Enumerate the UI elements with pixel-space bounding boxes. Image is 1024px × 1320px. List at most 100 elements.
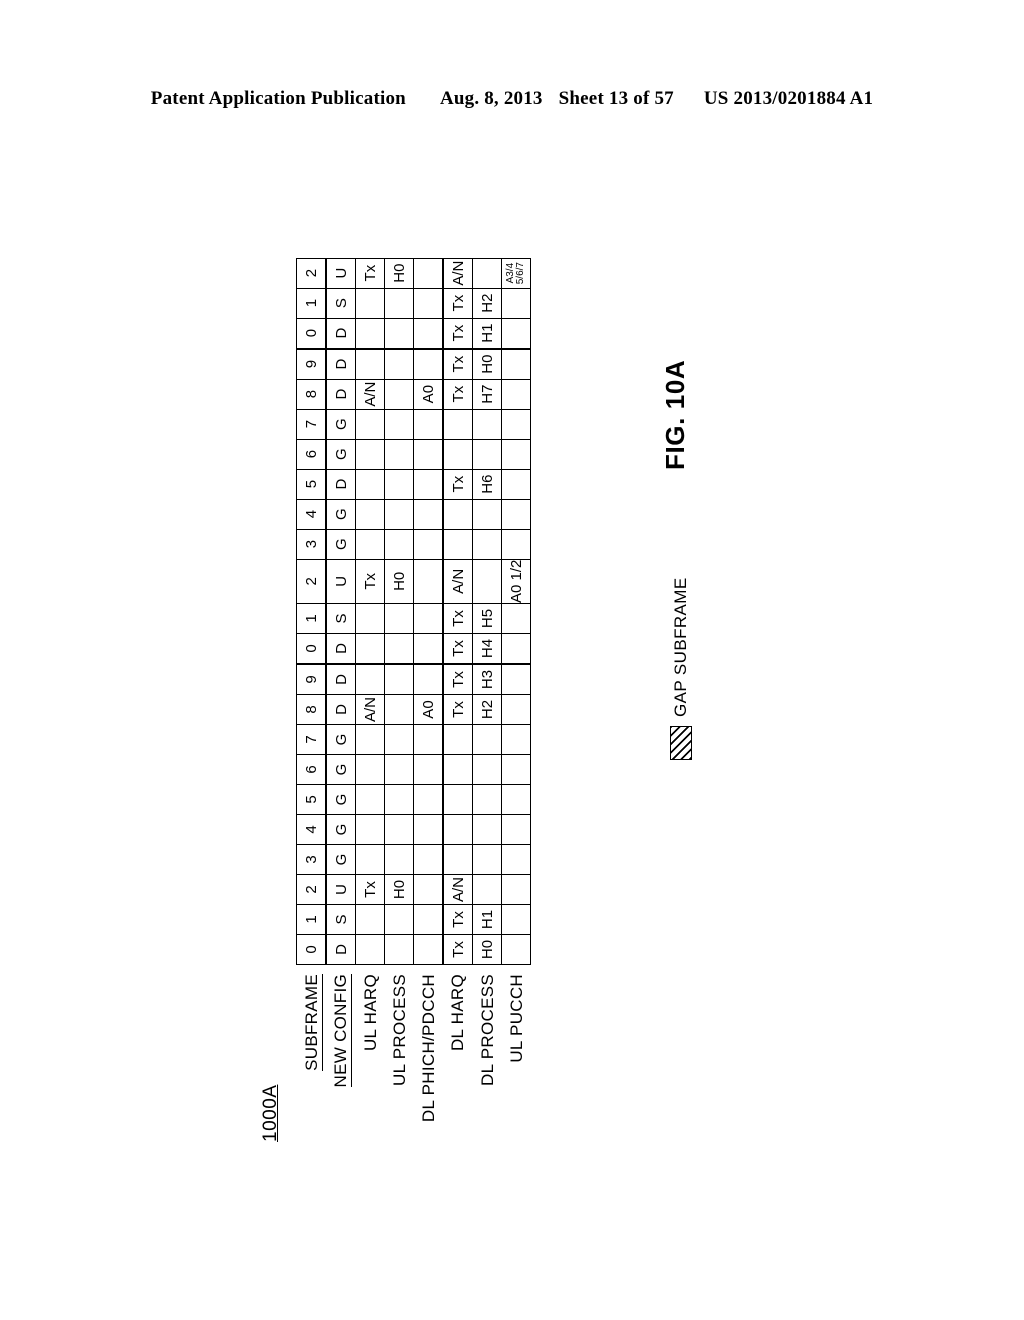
row-ul-pucch-cell xyxy=(501,348,531,380)
row-dl-phich-pdcch-cell xyxy=(413,814,443,845)
row-ul-harq-cell xyxy=(355,814,385,845)
row-dl-harq-cell: Tx xyxy=(443,934,473,965)
row-subframe-value: 2 xyxy=(302,268,320,278)
row-subframe-cell: 4 xyxy=(296,499,326,530)
row-ul-process-cell xyxy=(384,318,414,349)
row-dl-phich-pdcch-cell xyxy=(413,724,443,755)
row-new-config-cell: D xyxy=(326,664,356,695)
row-new-config-value: D xyxy=(332,674,350,685)
row-ul-harq-value: Tx xyxy=(361,572,379,590)
row-subframe: SUBFRAME 0 1 2 3 4 5 6 7 8 9 0 1 2 3 4 5 6 7 8 9 0 1 2 xyxy=(296,258,326,1142)
row-new-config-value: D xyxy=(332,327,350,339)
row-dl-harq-value: Tx xyxy=(449,475,467,493)
row-subframe-cell: 8 xyxy=(296,694,326,725)
row-subframe-value: 5 xyxy=(302,479,320,489)
row-dl-phich-pdcch-cell xyxy=(413,348,443,380)
row-dl-process-cell xyxy=(472,874,502,905)
row-dl-harq-cell xyxy=(443,439,473,470)
row-dl-phich-pdcch-label-text: DL PHICH/PDCCH xyxy=(418,974,438,1123)
row-subframe-cell: 7 xyxy=(296,724,326,755)
row-ul-pucch-cell xyxy=(501,784,531,815)
row-new-config-value: U xyxy=(332,575,350,587)
row-subframe-value: 8 xyxy=(302,705,320,714)
row-ul-process-cell xyxy=(384,784,414,815)
row-new-config-value: S xyxy=(332,298,350,309)
row-ul-pucch-cell xyxy=(501,318,531,349)
row-dl-harq-cell xyxy=(443,754,473,785)
row-subframe-cell: 0 xyxy=(296,633,326,664)
row-subframe-value: 4 xyxy=(302,509,320,519)
row-ul-harq: UL HARQ Tx A/N Tx A/N Tx xyxy=(355,258,385,1142)
row-dl-harq-value: A/N xyxy=(449,877,467,903)
row-dl-harq-cell xyxy=(443,844,473,875)
row-ul-harq-cell xyxy=(355,529,385,560)
row-new-config-value: G xyxy=(332,448,350,460)
row-dl-harq-value: Tx xyxy=(449,671,467,688)
row-dl-phich-pdcch-label: DL PHICH/PDCCH xyxy=(414,965,444,1143)
row-dl-harq-value: Tx xyxy=(449,640,467,657)
row-dl-process-cell xyxy=(472,529,502,560)
row-ul-process-cell xyxy=(384,288,414,319)
row-ul-harq-cell xyxy=(355,348,385,380)
row-dl-process-value: H7 xyxy=(478,384,496,404)
row-subframe-cell: 0 xyxy=(296,318,326,349)
row-dl-process-cell: H7 xyxy=(472,379,502,410)
row-ul-pucch-cell xyxy=(501,694,531,725)
row-ul-pucch-cell xyxy=(501,934,531,965)
row-ul-pucch-cell: A0 1/2 xyxy=(501,559,531,604)
row-ul-process-cell xyxy=(384,633,414,664)
row-subframe-cell: 1 xyxy=(296,603,326,634)
row-ul-pucch-cell xyxy=(501,724,531,755)
row-dl-phich-pdcch-cell xyxy=(413,559,443,604)
row-dl-process-cell xyxy=(472,784,502,815)
row-dl-phich-pdcch-cell xyxy=(413,844,443,875)
reference-numeral-1000a: 1000A xyxy=(260,1084,281,1142)
row-ul-pucch-cell xyxy=(501,814,531,845)
legend: GAP SUBFRAME xyxy=(670,577,692,760)
row-subframe-value: 7 xyxy=(302,735,320,744)
row-dl-process-cell xyxy=(472,258,502,289)
row-subframe-cell: 5 xyxy=(296,784,326,815)
row-new-config-value: G xyxy=(332,418,350,430)
row-ul-harq-cell xyxy=(355,934,385,965)
row-ul-pucch: UL PUCCH A0 1/2 A3/4 5/6/7 xyxy=(501,258,531,1142)
row-new-config-cell: G xyxy=(326,784,356,815)
row-dl-phich-pdcch-cell xyxy=(413,633,443,664)
row-dl-process-cell xyxy=(472,439,502,470)
row-dl-process-cell: H2 xyxy=(472,288,502,319)
row-dl-harq-cell: A/N xyxy=(443,874,473,905)
row-new-config-cell: D xyxy=(326,694,356,725)
row-ul-pucch-cell xyxy=(501,288,531,319)
row-dl-phich-pdcch-cell xyxy=(413,754,443,785)
row-new-config-cell: G xyxy=(326,814,356,845)
header-patent-number: US 2013/0201884 A1 xyxy=(703,88,874,109)
row-dl-harq-value: Tx xyxy=(449,324,467,342)
row-dl-process-value: H2 xyxy=(478,699,496,720)
row-ul-process-cell xyxy=(384,904,414,935)
legend-label: GAP SUBFRAME xyxy=(671,577,690,717)
row-ul-process-cell xyxy=(384,469,414,500)
row-subframe-value: 9 xyxy=(302,359,320,369)
row-dl-phich-pdcch-cell xyxy=(413,409,443,440)
row-ul-process-cell xyxy=(384,664,414,695)
row-ul-process-cell xyxy=(384,724,414,755)
row-new-config-cell: G xyxy=(326,439,356,470)
row-dl-harq-value: Tx xyxy=(449,610,467,627)
row-ul-harq-cell xyxy=(355,469,385,500)
row-subframe-cell: 3 xyxy=(296,844,326,875)
row-dl-process-cell xyxy=(472,499,502,530)
row-new-config-cell: G xyxy=(326,409,356,440)
gap-subframe-swatch-icon xyxy=(670,726,692,760)
row-new-config-value: U xyxy=(332,267,350,279)
row-dl-harq-cell xyxy=(443,499,473,530)
row-dl-harq-value: Tx xyxy=(449,294,467,312)
row-ul-pucch-label-text: UL PUCCH xyxy=(506,974,526,1063)
row-subframe-value: 8 xyxy=(302,389,320,399)
row-new-config-cell: U xyxy=(326,258,356,289)
row-dl-process-cell xyxy=(472,754,502,785)
row-ul-harq-cell: A/N xyxy=(355,694,385,725)
row-subframe-value: 6 xyxy=(302,449,320,459)
row-dl-phich-pdcch-cell xyxy=(413,499,443,530)
row-dl-process-cell: H5 xyxy=(472,603,502,634)
row-ul-pucch-cell xyxy=(501,633,531,664)
